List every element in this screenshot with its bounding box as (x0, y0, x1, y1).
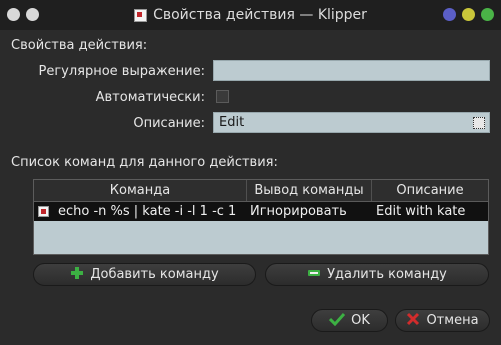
klipper-command-icon (38, 206, 49, 217)
cell-output: Игнорировать (250, 204, 347, 219)
column-header-output[interactable]: Вывод команды (247, 180, 372, 201)
plus-icon (70, 266, 84, 284)
ok-button[interactable]: OK (311, 309, 388, 332)
automatic-checkbox[interactable] (216, 90, 229, 103)
description-input[interactable]: Edit (213, 112, 490, 133)
commands-title: Список команд для данного действия: (11, 155, 278, 170)
check-icon (329, 312, 346, 330)
minus-icon (307, 266, 321, 284)
regex-input[interactable] (213, 60, 490, 81)
title-bar: Свойства действия — Klipper (0, 0, 501, 30)
window-title: Свойства действия — Klipper (153, 7, 367, 23)
cell-description: Edit with kate (376, 204, 466, 219)
remove-command-button[interactable]: Удалить команду (265, 263, 489, 286)
close-button[interactable] (481, 8, 494, 21)
ok-label: OK (351, 313, 370, 328)
commands-table[interactable]: Команда Вывод команды Описание echo -n %… (33, 179, 489, 255)
maximize-button[interactable] (462, 8, 475, 21)
cancel-icon (406, 312, 420, 330)
section-title: Свойства действия: (11, 38, 148, 53)
description-value: Edit (219, 115, 245, 130)
expand-icon[interactable] (473, 117, 485, 129)
cancel-label: Отмена (426, 313, 479, 328)
regex-label: Регулярное выражение: (38, 64, 205, 79)
table-row[interactable]: echo -n %s | kate -i -l 1 -c 1 Игнориров… (34, 202, 488, 221)
minimize-button[interactable] (443, 8, 456, 21)
add-command-label: Добавить команду (90, 267, 219, 282)
table-header: Команда Вывод команды Описание (34, 180, 488, 202)
description-label: Описание: (133, 116, 205, 131)
klipper-app-icon (134, 8, 148, 22)
cell-command: echo -n %s | kate -i -l 1 -c 1 (58, 204, 237, 219)
column-header-description[interactable]: Описание (372, 180, 488, 201)
automatic-label: Автоматически: (95, 90, 205, 105)
add-command-button[interactable]: Добавить команду (33, 263, 256, 286)
column-header-command[interactable]: Команда (34, 180, 247, 201)
remove-command-label: Удалить команду (327, 267, 447, 282)
cancel-button[interactable]: Отмена (395, 309, 490, 332)
